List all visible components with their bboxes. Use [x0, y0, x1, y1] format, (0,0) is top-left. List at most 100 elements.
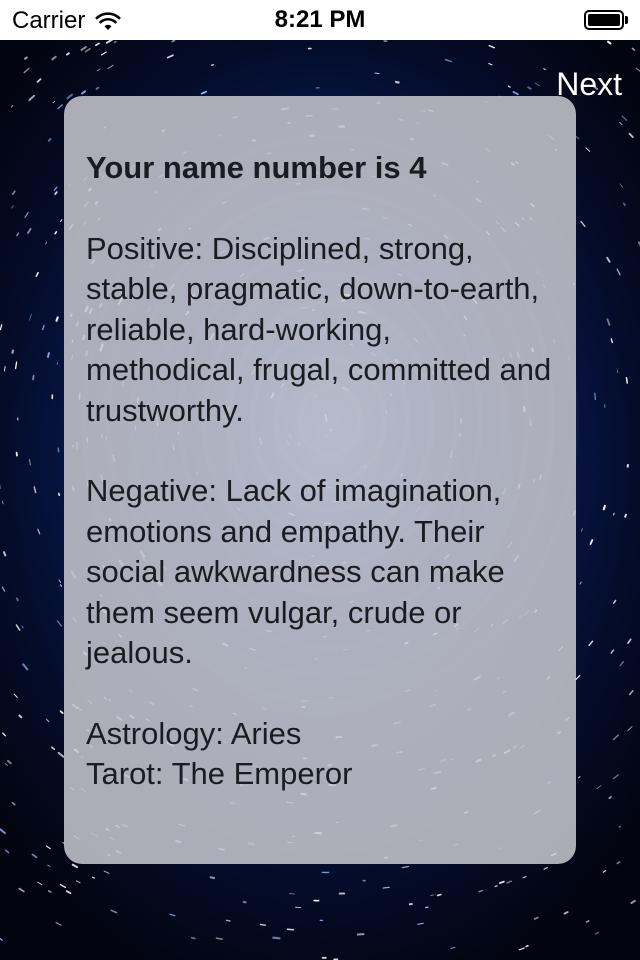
star-streak [522, 876, 527, 879]
star-streak [80, 46, 87, 51]
star-streak [374, 72, 380, 75]
star-streak [534, 82, 540, 87]
star-streak [23, 67, 30, 74]
star-streak [11, 205, 14, 209]
star-streak [10, 104, 14, 108]
star-streak [28, 94, 35, 102]
astrology-info: Astrology: Aries Tarot: The Emperor [86, 714, 554, 795]
star-streak [627, 726, 633, 732]
star-streak [512, 91, 519, 96]
star-streak [15, 624, 21, 631]
star-streak [612, 734, 619, 741]
negative-traits: Negative: Lack of imagination, emotions … [86, 473, 505, 670]
status-time: 8:21 PM [274, 6, 366, 33]
star-streak [166, 54, 174, 59]
star-streak [478, 889, 484, 893]
star-streak [606, 256, 611, 263]
star-streak [507, 85, 511, 88]
star-streak [47, 138, 52, 142]
card-heading: Your name number is 4 [86, 150, 427, 185]
star-streak [635, 67, 640, 73]
status-bar: Carrier 8:21 PM [0, 0, 640, 40]
star-streak [621, 115, 628, 121]
star-streak [527, 86, 532, 90]
star-streak [606, 318, 611, 326]
star-streak [619, 661, 624, 667]
star-streak [580, 528, 583, 532]
star-streak [618, 825, 621, 828]
star-streak [616, 861, 621, 865]
star-streak [616, 268, 621, 276]
star-streak [450, 947, 456, 949]
star-streak [382, 886, 390, 889]
star-streak [2, 500, 4, 505]
star-streak [4, 366, 6, 372]
star-streak [169, 913, 176, 917]
star-streak [585, 920, 590, 923]
star-streak [24, 56, 28, 60]
star-streak [575, 135, 580, 140]
screen: Carrier 8:21 PM Next Your name number is… [0, 0, 640, 960]
star-streak [612, 599, 617, 604]
next-button[interactable]: Next [556, 66, 622, 103]
star-streak [596, 785, 602, 790]
star-streak [22, 663, 29, 671]
star-streak [46, 719, 50, 723]
star-streak [580, 220, 586, 228]
star-streak [96, 68, 101, 72]
star-streak [54, 191, 58, 195]
star-streak [37, 528, 41, 535]
star-streak [630, 899, 636, 905]
star-streak [11, 349, 15, 354]
star-streak [51, 746, 56, 750]
star-streak [543, 68, 546, 71]
tarot-text: Tarot: The Emperor [86, 756, 353, 791]
star-streak [394, 80, 400, 84]
star-streak [42, 324, 45, 331]
star-streak [84, 47, 91, 53]
star-streak [110, 909, 118, 914]
star-streak [401, 865, 410, 869]
star-streak [81, 90, 87, 95]
star-streak [602, 504, 606, 511]
star-streak [612, 774, 619, 780]
star-streak [594, 931, 600, 935]
star-streak [103, 870, 110, 874]
star-streak [608, 796, 612, 800]
star-streak [56, 620, 62, 627]
star-streak [488, 44, 495, 49]
astrology-text: Astrology: Aries [86, 715, 302, 751]
star-streak [107, 64, 114, 70]
star-streak [518, 947, 525, 951]
star-streak [625, 376, 629, 384]
star-streak [210, 64, 215, 66]
star-streak [506, 880, 513, 884]
star-streak [444, 58, 453, 63]
star-streak [35, 271, 39, 277]
star-streak [190, 936, 196, 940]
star-streak [436, 893, 442, 897]
star-streak [51, 55, 57, 61]
star-streak [52, 100, 56, 104]
star-streak [575, 674, 581, 681]
star-streak [488, 63, 493, 66]
star-streak [66, 93, 73, 100]
star-streak [607, 40, 612, 45]
star-streak [92, 876, 96, 879]
star-streak [47, 864, 51, 867]
star-streak [563, 911, 569, 915]
star-streak [594, 392, 597, 401]
star-streak [533, 916, 539, 920]
star-streak [31, 853, 38, 859]
star-streak [29, 458, 31, 466]
star-streak [0, 938, 3, 941]
positive-traits: Positive: Disciplined, strong, stable, p… [86, 230, 552, 428]
star-streak [47, 890, 52, 893]
star-streak [55, 922, 62, 926]
star-streak [619, 121, 623, 125]
star-streak [11, 190, 16, 195]
star-streak [36, 78, 42, 83]
star-streak [45, 845, 51, 850]
star-streak [171, 40, 176, 43]
star-streak [543, 866, 549, 870]
